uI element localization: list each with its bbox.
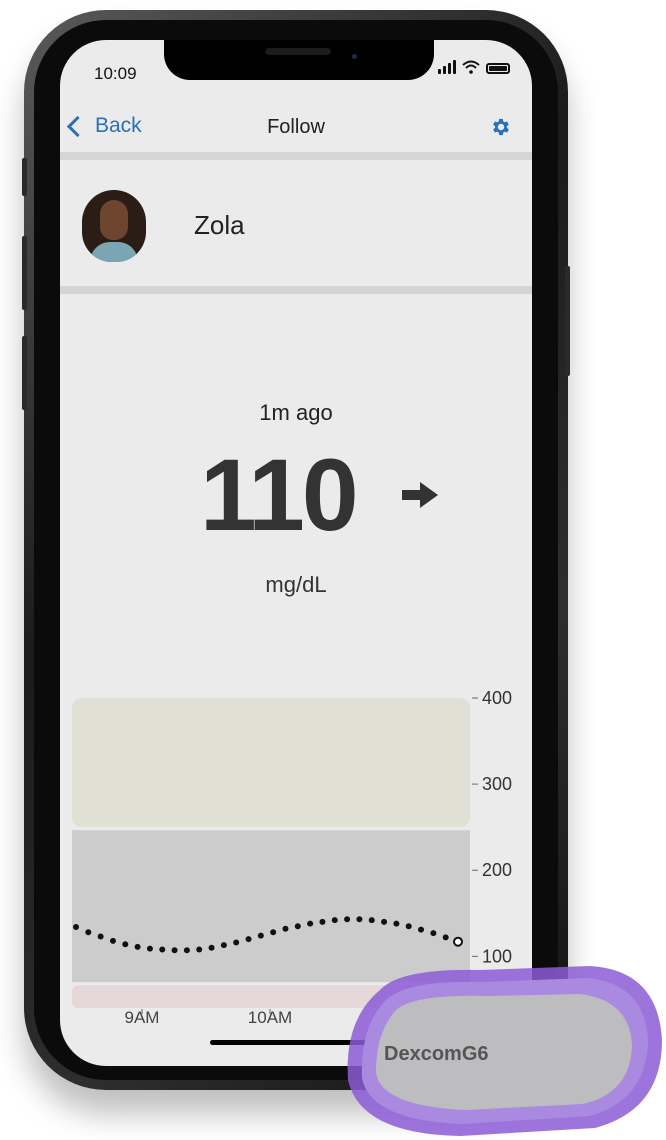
follower-name: Zola (194, 210, 245, 240)
reading-point (393, 920, 400, 927)
reading-point (381, 918, 388, 925)
reading-point (146, 945, 153, 952)
earpiece-speaker (265, 48, 331, 55)
reading-point (159, 946, 166, 953)
x-tick-label: 9AM (124, 1008, 160, 1027)
current-reading-point (453, 936, 463, 947)
y-tick-label: 200 (482, 860, 512, 880)
reading-point (405, 923, 412, 930)
reading-point (134, 943, 141, 950)
reading-point (294, 923, 301, 930)
power-button (565, 266, 570, 376)
reading-point (331, 917, 338, 924)
glucose-units: mg/dL (265, 572, 327, 597)
battery-icon (486, 63, 510, 74)
status-time: 10:09 (94, 64, 137, 83)
high-range-band (72, 698, 470, 828)
y-tick-label: 400 (482, 688, 512, 708)
reading-point (220, 942, 227, 949)
cellular-signal-icon (438, 60, 456, 74)
reading-point (196, 946, 203, 953)
reading-point (73, 924, 79, 931)
reading-point (183, 947, 190, 954)
y-tick-label: 300 (482, 774, 512, 794)
reading-point (319, 918, 326, 925)
sensor-transmitter: DexcomG6 (347, 966, 662, 1136)
notch (164, 40, 434, 80)
device-brand-text: DexcomG6 (384, 1043, 489, 1065)
reading-point (368, 917, 375, 924)
reading-point (97, 933, 104, 940)
nav-bar: Back Follow (60, 104, 532, 154)
follower-row[interactable]: Zola (60, 160, 532, 286)
reading-point (122, 941, 129, 948)
reading-point (85, 929, 92, 936)
reading-point (270, 929, 277, 936)
reading-point (344, 916, 351, 923)
status-icons (438, 60, 510, 74)
reading-point (257, 932, 264, 939)
gear-icon[interactable] (490, 116, 512, 138)
reading-point (356, 916, 363, 923)
ringer-switch (22, 158, 27, 196)
reading-point (418, 926, 425, 933)
reading-point (109, 937, 116, 944)
reading-point (442, 934, 449, 941)
volume-down-button (22, 336, 27, 410)
reading-point (171, 947, 178, 954)
arrow-right-icon (402, 482, 438, 508)
reading-point (233, 939, 240, 946)
x-tick-label: 10AM (247, 1008, 293, 1027)
reading-point (307, 920, 314, 927)
volume-up-button (22, 236, 27, 310)
wifi-icon (462, 60, 480, 74)
reading-point (430, 930, 437, 937)
divider (60, 152, 532, 160)
app-screen: 10:09 Back Follow Zola 1m ago 110 mg/dL … (60, 40, 532, 1066)
front-camera (352, 54, 357, 59)
reading-point (282, 925, 289, 932)
avatar (82, 190, 146, 262)
reading-time-ago: 1m ago (259, 400, 333, 425)
reading-point (208, 944, 215, 951)
glucose-value: 110 (200, 438, 359, 552)
reading-point (245, 936, 252, 943)
page-title: Follow (267, 116, 325, 138)
divider (60, 286, 532, 294)
